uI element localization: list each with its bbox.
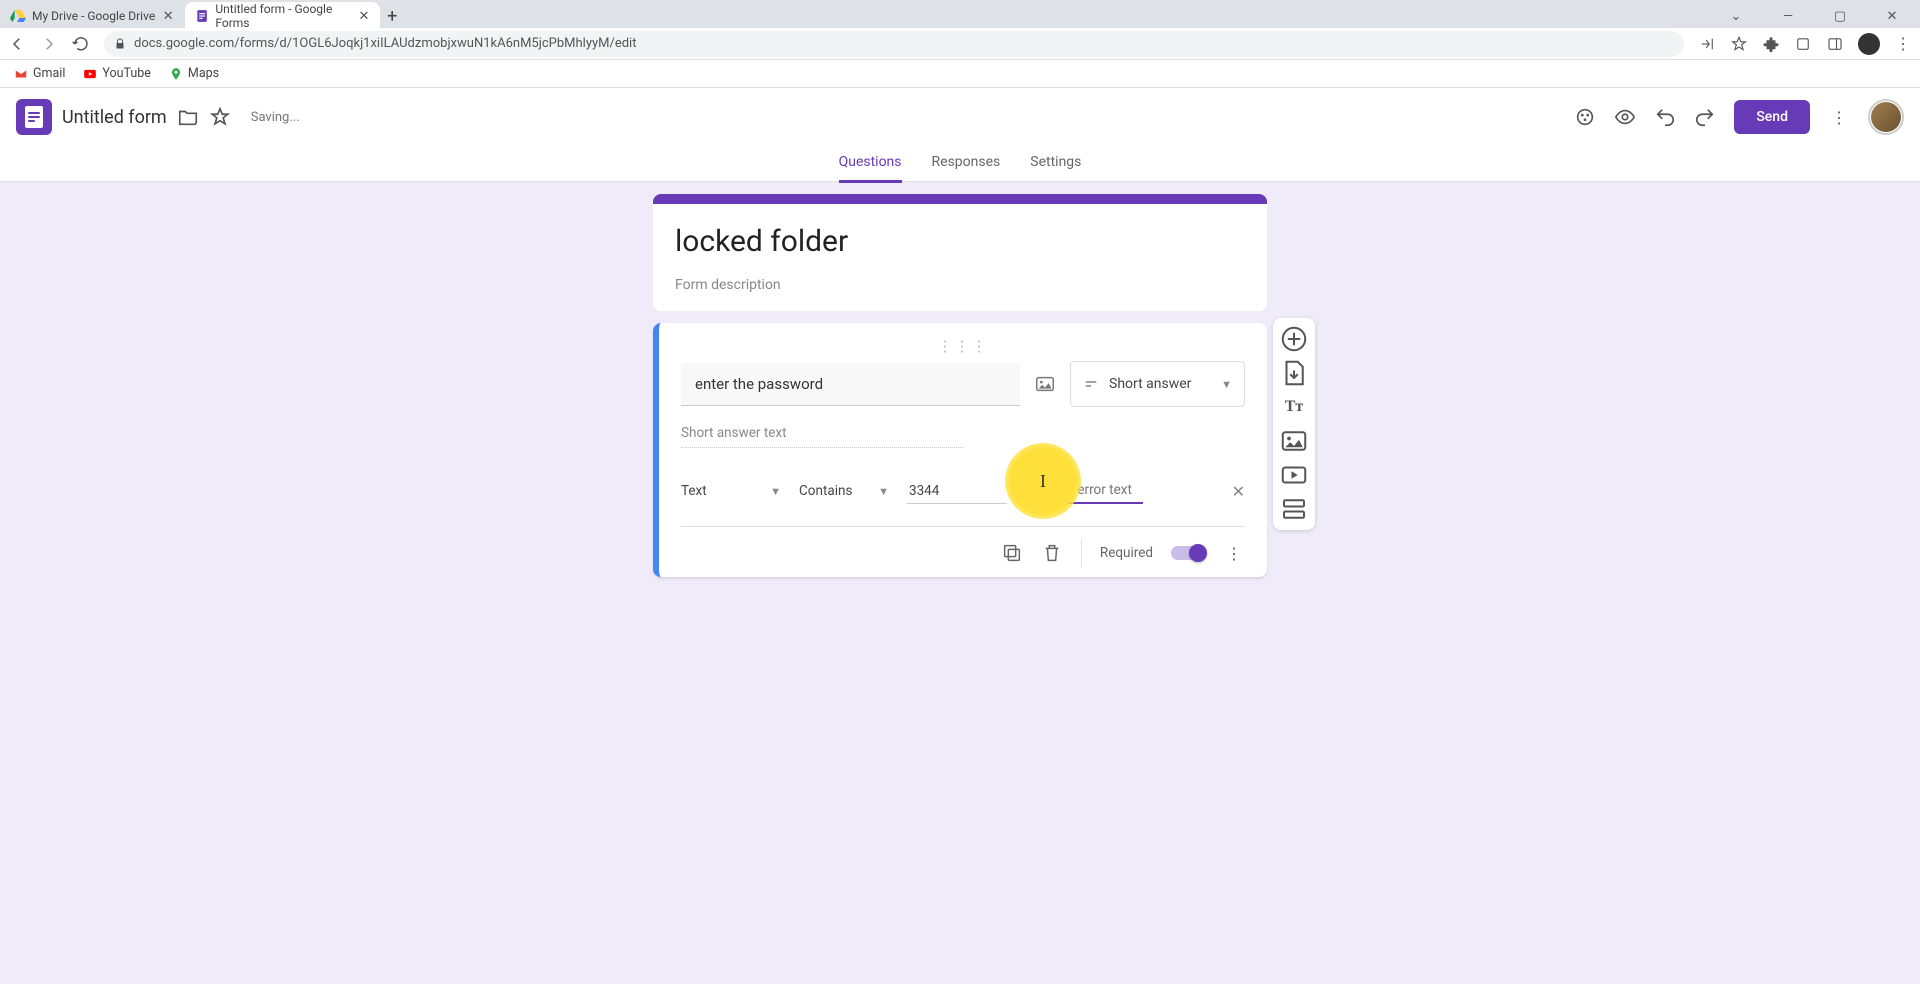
bookmark-gmail[interactable]: Gmail	[14, 66, 65, 81]
form-name[interactable]: Untitled form	[62, 107, 167, 128]
tab-responses[interactable]: Responses	[932, 144, 1001, 183]
send-button[interactable]: Send	[1734, 100, 1810, 134]
bookmarks-bar: Gmail YouTube Maps	[0, 60, 1920, 88]
account-avatar[interactable]	[1868, 99, 1904, 135]
star-icon[interactable]	[1730, 35, 1748, 53]
tabs-row: My Drive - Google Drive ✕ Untitled form …	[0, 0, 1920, 28]
tab-title: Untitled form - Google Forms	[215, 2, 351, 30]
required-toggle[interactable]	[1171, 546, 1205, 560]
more-icon[interactable]: ⋮	[1828, 106, 1850, 128]
address-row: docs.google.com/forms/d/1OGL6Joqkj1xiILA…	[0, 28, 1920, 60]
extensions-icon[interactable]	[1762, 35, 1780, 53]
extensions-menu-icon[interactable]	[1794, 35, 1812, 53]
address-bar[interactable]: docs.google.com/forms/d/1OGL6Joqkj1xiILA…	[104, 31, 1684, 57]
add-image-button[interactable]	[1279, 426, 1309, 456]
bookmark-youtube[interactable]: YouTube	[83, 66, 151, 81]
question-footer: Required ⋮	[681, 526, 1245, 567]
validation-pattern-input[interactable]	[907, 479, 1007, 504]
preview-icon[interactable]	[1614, 106, 1636, 128]
question-card: ⋮⋮⋮ Short answer ▼ Short answer text Tex…	[653, 323, 1267, 577]
maps-icon	[169, 67, 183, 81]
delete-icon[interactable]	[1041, 542, 1063, 564]
theme-icon[interactable]	[1574, 106, 1596, 128]
bookmark-label: Gmail	[33, 66, 65, 81]
question-type-label: Short answer	[1109, 376, 1191, 392]
duplicate-icon[interactable]	[1001, 542, 1023, 564]
move-folder-icon[interactable]	[177, 106, 199, 128]
validation-error-input[interactable]	[1025, 478, 1143, 504]
bookmark-maps[interactable]: Maps	[169, 66, 219, 81]
form-description[interactable]: Form description	[675, 277, 1245, 293]
import-questions-button[interactable]	[1279, 358, 1309, 388]
validation-type-dropdown[interactable]: Text ▼	[681, 483, 781, 499]
forward-button[interactable]	[40, 35, 58, 53]
forms-logo[interactable]	[16, 99, 52, 135]
forms-icon	[195, 8, 209, 24]
required-label: Required	[1100, 545, 1153, 561]
chevron-down-icon[interactable]: ⌄	[1720, 9, 1752, 24]
validation-row: Text ▼ Contains ▼ I ✕	[681, 478, 1245, 504]
add-image-icon[interactable]	[1034, 373, 1056, 395]
validation-condition-dropdown[interactable]: Contains ▼	[799, 483, 889, 499]
share-icon[interactable]	[1698, 35, 1716, 53]
reload-button[interactable]	[72, 35, 90, 53]
question-type-dropdown[interactable]: Short answer ▼	[1070, 361, 1245, 407]
close-window-button[interactable]: ✕	[1876, 9, 1908, 24]
drive-icon	[10, 8, 26, 24]
tab-questions[interactable]: Questions	[839, 144, 902, 183]
window-controls: ⌄ — ▢ ✕	[1720, 9, 1920, 24]
browser-chrome: My Drive - Google Drive ✕ Untitled form …	[0, 0, 1920, 88]
form-canvas: locked folder Form description ⋮⋮⋮ Short…	[0, 182, 1920, 577]
validation-type-label: Text	[681, 483, 707, 499]
menu-icon[interactable]: ⋮	[1894, 35, 1912, 53]
profile-avatar[interactable]	[1858, 33, 1880, 55]
divider	[1081, 539, 1082, 567]
bookmark-label: Maps	[188, 66, 219, 81]
redo-icon[interactable]	[1694, 106, 1716, 128]
chevron-down-icon: ▼	[770, 485, 781, 498]
add-video-button[interactable]	[1279, 460, 1309, 490]
undo-icon[interactable]	[1654, 106, 1676, 128]
close-icon[interactable]: ✕	[161, 9, 175, 23]
sidepanel-icon[interactable]	[1826, 35, 1844, 53]
minimize-button[interactable]: —	[1772, 9, 1804, 24]
side-toolbar: Tᴛ	[1273, 318, 1315, 530]
bookmark-label: YouTube	[102, 66, 151, 81]
app-header: Untitled form Saving... Send ⋮	[0, 88, 1920, 146]
short-answer-preview: Short answer text	[681, 425, 963, 448]
drag-handle-icon[interactable]: ⋮⋮⋮	[681, 337, 1245, 355]
more-options-icon[interactable]: ⋮	[1223, 542, 1245, 564]
tab-forms[interactable]: Untitled form - Google Forms ✕	[185, 2, 380, 30]
maximize-button[interactable]: ▢	[1824, 9, 1856, 24]
tab-title: My Drive - Google Drive	[32, 9, 155, 23]
lock-icon	[114, 38, 126, 50]
close-icon[interactable]: ✕	[358, 9, 370, 23]
chevron-down-icon: ▼	[1221, 378, 1232, 391]
tab-drive[interactable]: My Drive - Google Drive ✕	[0, 2, 185, 30]
remove-validation-icon[interactable]: ✕	[1232, 482, 1245, 501]
add-question-button[interactable]	[1279, 324, 1309, 354]
add-title-button[interactable]: Tᴛ	[1279, 392, 1309, 422]
new-tab-button[interactable]: +	[380, 4, 404, 28]
validation-condition-label: Contains	[799, 483, 852, 499]
star-icon[interactable]	[209, 106, 231, 128]
youtube-icon	[83, 67, 97, 81]
tab-settings[interactable]: Settings	[1030, 144, 1081, 183]
save-status: Saving...	[251, 110, 300, 125]
url-text: docs.google.com/forms/d/1OGL6Joqkj1xiILA…	[134, 36, 636, 51]
short-answer-icon	[1083, 376, 1099, 392]
gmail-icon	[14, 67, 28, 81]
question-input[interactable]	[681, 363, 1020, 406]
form-title[interactable]: locked folder	[675, 224, 1245, 259]
form-tabs: Questions Responses Settings	[0, 146, 1920, 182]
chevron-down-icon: ▼	[878, 485, 889, 498]
title-card[interactable]: locked folder Form description	[653, 194, 1267, 311]
add-section-button[interactable]	[1279, 494, 1309, 524]
back-button[interactable]	[8, 35, 26, 53]
